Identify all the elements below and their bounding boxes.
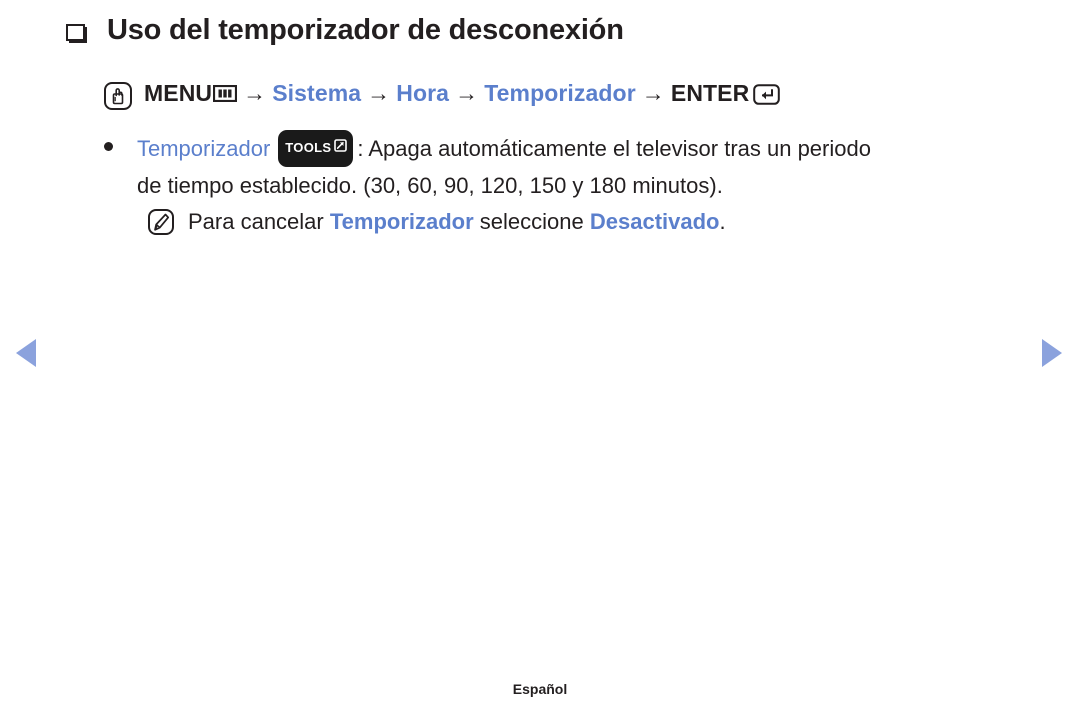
- menu-path-text: MENU → Sistema → Hora → Temporizador → ENTER: [144, 80, 781, 111]
- note-text-middle: seleccione: [473, 209, 590, 234]
- bullet-paragraph: Temporizador TOOLS : Apaga automáticamente…: [104, 130, 1044, 203]
- heading-square-bullet-icon: [66, 23, 87, 43]
- bullet-description-part1: : Apaga automáticamente el televisor tra…: [357, 136, 871, 161]
- note-term-temporizador: Temporizador: [329, 209, 474, 234]
- enter-return-icon: [753, 84, 781, 111]
- page-root: Uso del temporizador de desconexión MENU…: [0, 0, 1080, 705]
- bullet-line-1-text: Temporizador TOOLS : Apaga automáticamente…: [137, 130, 871, 169]
- tools-popup-icon: [334, 131, 348, 165]
- bullet-line-2: de tiempo establecido. (30, 60, 90, 120,…: [137, 173, 723, 198]
- bullet-dot-icon: [104, 142, 113, 151]
- menu-path-step-hora[interactable]: Hora: [396, 80, 449, 106]
- menu-path-line: MENU → Sistema → Hora → Temporizador → ENTER: [104, 80, 781, 111]
- note-term-desactivado: Desactivado: [589, 209, 720, 234]
- note-line: Para cancelar Temporizador seleccione De…: [148, 206, 726, 238]
- bullet-line-1: Temporizador TOOLS : Apaga automáticamente…: [104, 130, 1044, 169]
- menu-label: MENU: [144, 80, 213, 106]
- menu-bars-icon: [213, 81, 238, 108]
- page-title: Uso del temporizador de desconexión: [107, 14, 624, 46]
- triangle-left-icon[interactable]: [16, 339, 36, 367]
- path-arrow-1: →: [243, 80, 267, 106]
- menu-path-step-temporizador[interactable]: Temporizador: [484, 80, 636, 106]
- footer-language-label: Español: [512, 681, 568, 697]
- note-text-before: Para cancelar: [188, 209, 330, 234]
- path-arrow-4: →: [641, 80, 665, 106]
- path-arrow-2: →: [367, 80, 391, 106]
- enter-label: ENTER: [670, 80, 750, 106]
- note-text-after: .: [719, 209, 726, 234]
- page-heading: Uso del temporizador de desconexión: [66, 14, 624, 47]
- path-arrow-3: →: [455, 80, 479, 106]
- tools-badge-label: TOOLS: [285, 140, 332, 155]
- hand-press-icon: [104, 81, 132, 110]
- note-text: Para cancelar Temporizador seleccione De…: [188, 206, 726, 238]
- pencil-note-icon: [148, 209, 174, 235]
- bullet-term-temporizador: Temporizador: [137, 136, 271, 161]
- triangle-right-icon[interactable]: [1042, 339, 1062, 367]
- menu-path-step-sistema[interactable]: Sistema: [272, 80, 361, 106]
- tools-badge: TOOLS: [278, 130, 354, 167]
